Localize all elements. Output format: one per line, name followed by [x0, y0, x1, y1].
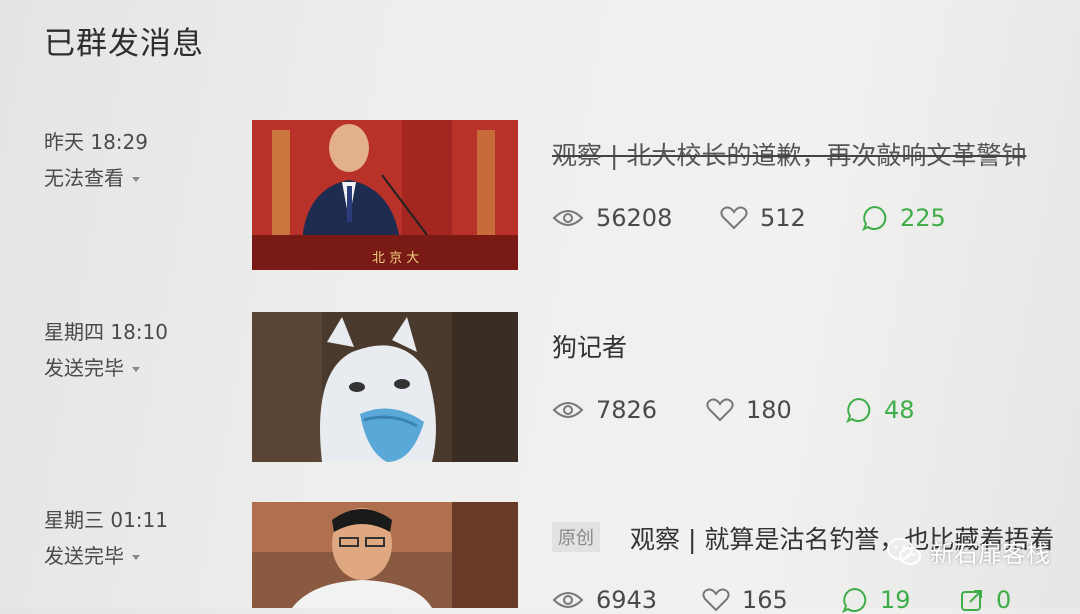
comment-icon: [862, 205, 887, 231]
message-time: 昨天 18:29: [44, 130, 148, 154]
share-icon: [961, 590, 982, 611]
article-thumbnail[interactable]: 北 京 大: [252, 120, 518, 270]
message-status-dropdown[interactable]: 无法查看: [44, 162, 140, 191]
heart-icon: [706, 398, 734, 422]
heart-icon: [702, 588, 730, 612]
like-count: 180: [706, 396, 792, 424]
comment-icon: [842, 587, 867, 613]
article-thumbnail[interactable]: [252, 312, 518, 462]
page-title: 已群发消息: [44, 26, 204, 62]
like-count: 165: [702, 586, 788, 614]
message-time: 星期三 01:11: [44, 508, 168, 532]
message-status-label: 发送完毕: [44, 356, 124, 380]
view-count: 6943: [552, 586, 657, 614]
eye-icon: [552, 592, 584, 608]
eye-icon: [552, 210, 584, 226]
caret-down-icon: [132, 177, 140, 182]
message-status-label: 无法查看: [44, 166, 124, 190]
watermark-text: 新石扉客栈: [930, 540, 1050, 568]
view-count: 7826: [552, 396, 657, 424]
article-thumbnail[interactable]: [252, 502, 518, 608]
article-title[interactable]: 观察 | 北大校长的道歉，再次敲响文革警钟: [552, 136, 1026, 172]
svg-text:北 京 大: 北 京 大: [372, 251, 419, 266]
view-count: 56208: [552, 204, 672, 232]
eye-icon: [552, 402, 584, 418]
caret-down-icon: [132, 367, 140, 372]
article-title[interactable]: 狗记者: [552, 328, 627, 364]
original-tag: 原创: [552, 522, 600, 552]
comment-icon: [846, 397, 871, 423]
share-count[interactable]: 0: [960, 586, 1011, 614]
message-status-dropdown[interactable]: 发送完毕: [44, 352, 140, 381]
comment-count[interactable]: 225: [862, 204, 946, 232]
wechat-logo-icon: [887, 537, 921, 565]
like-count: 512: [720, 204, 806, 232]
watermark: 新石扉客栈: [886, 534, 1050, 569]
heart-icon: [720, 206, 748, 230]
message-status-dropdown[interactable]: 发送完毕: [44, 540, 140, 569]
message-status-label: 发送完毕: [44, 544, 124, 568]
comment-count[interactable]: 19: [842, 586, 911, 614]
message-time: 星期四 18:10: [44, 320, 168, 344]
comment-count[interactable]: 48: [846, 396, 915, 424]
caret-down-icon: [132, 555, 140, 560]
